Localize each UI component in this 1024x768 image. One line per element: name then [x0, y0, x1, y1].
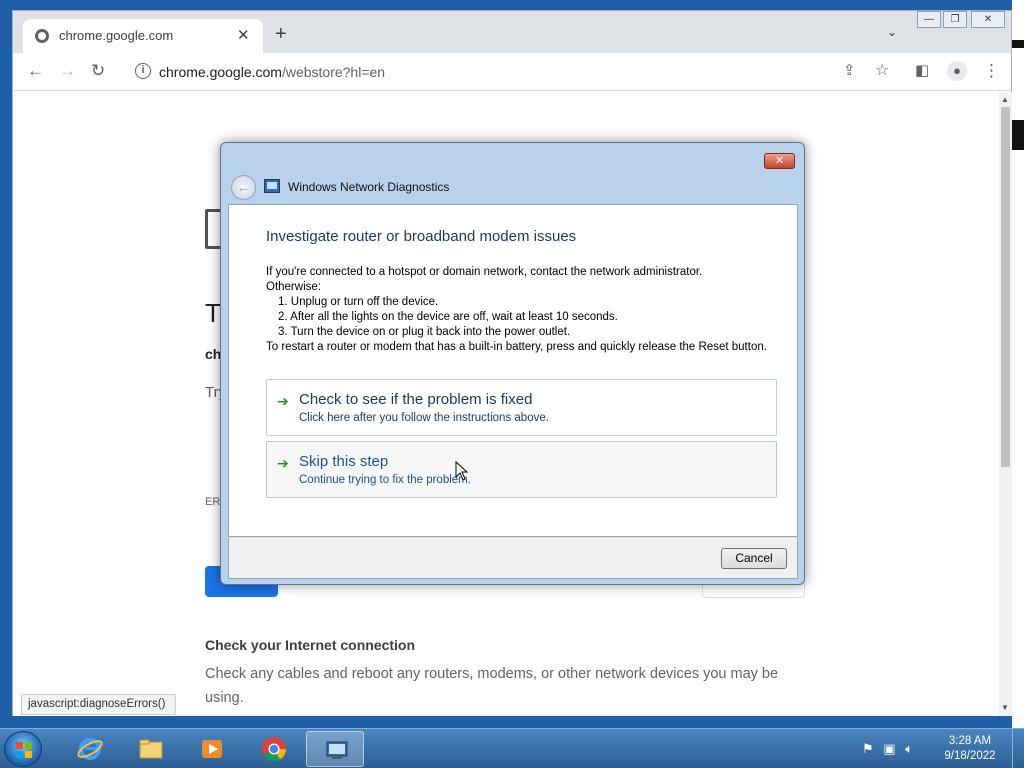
share-icon[interactable]: ⇪ — [843, 61, 856, 81]
globe-icon — [35, 29, 49, 43]
network-diagnostics-icon — [264, 179, 280, 193]
address-bar[interactable]: i chrome.google.com/webstore?hl=en — [125, 57, 897, 87]
start-button[interactable] — [4, 731, 42, 767]
instruction-step: 2. After all the lights on the device ar… — [278, 311, 618, 323]
windows-logo-icon — [16, 742, 32, 758]
option-description: Continue trying to fix the problem. — [299, 474, 471, 486]
dialog-title: Windows Network Diagnostics — [288, 180, 450, 194]
show-desktop-button[interactable] — [1012, 729, 1024, 768]
volume-icon[interactable]: 🔈︎ — [905, 741, 913, 756]
green-arrow-icon: ➔ — [277, 455, 289, 471]
desktop-background — [1012, 0, 1024, 728]
taskbar-network-diagnostics[interactable] — [306, 731, 364, 767]
scroll-thumb[interactable] — [1001, 107, 1010, 467]
tab-title: chrome.google.com — [59, 28, 174, 43]
action-center-flag-icon[interactable]: ⚑ — [862, 741, 874, 756]
media-player-icon — [202, 740, 222, 758]
tab-strip: chrome.google.com ✕ + ⌄ — ❐ ✕ — [13, 11, 1011, 53]
back-arrow-icon[interactable]: ← — [27, 61, 44, 81]
new-tab-button[interactable]: + — [275, 24, 287, 44]
cancel-button[interactable]: Cancel — [721, 548, 787, 569]
instruction-step: 1. Unplug or turn off the device. — [278, 296, 439, 308]
side-panel-icon[interactable]: ◧ — [915, 61, 929, 81]
maximize-button[interactable]: ❐ — [943, 11, 967, 28]
network-warning-icon[interactable]: ▣ — [883, 741, 895, 756]
dialog-heading: Investigate router or broadband modem is… — [266, 228, 577, 245]
back-arrow-icon[interactable]: ← — [231, 175, 256, 200]
site-info-icon[interactable]: i — [135, 63, 151, 79]
check-connection-heading: Check your Internet connection — [205, 637, 416, 653]
network-diagnostics-icon — [326, 741, 348, 759]
internet-explorer-icon — [77, 738, 103, 760]
dialog-footer: Cancel — [228, 537, 798, 579]
option-title: Check to see if the problem is fixed — [299, 391, 533, 408]
dialog-body: Investigate router or broadband modem is… — [228, 204, 798, 537]
url-text: chrome.google.com/webstore?hl=en — [159, 64, 386, 80]
check-connection-text: Check any cables and reboot any routers,… — [205, 666, 779, 706]
taskbar-media-player[interactable] — [182, 731, 240, 767]
clock-date: 9/18/2022 — [944, 750, 996, 762]
taskbar-clock[interactable]: 3:28 AM 9/18/2022 — [940, 734, 1000, 764]
skip-step-option[interactable]: ➔ Skip this step Continue trying to fix … — [266, 441, 777, 498]
menu-kebab-icon[interactable]: ⋮ — [983, 61, 1000, 81]
scroll-up-icon[interactable]: ▲ — [1001, 95, 1009, 104]
taskbar: ⚑ ▣ 🔈︎ 3:28 AM 9/18/2022 — [0, 728, 1024, 768]
instruction-step: 3. Turn the device on or plug it back in… — [278, 326, 571, 338]
option-title: Skip this step — [299, 453, 389, 470]
taskbar-internet-explorer[interactable] — [60, 731, 118, 767]
browser-toolbar: ← → ↻ i chrome.google.com/webstore?hl=en… — [13, 53, 1011, 91]
browser-tab[interactable]: chrome.google.com ✕ — [23, 19, 263, 53]
status-bubble: javascript:diagnoseErrors() — [21, 694, 177, 715]
window-close-button[interactable]: ✕ — [971, 11, 1005, 28]
taskbar-chrome[interactable] — [244, 731, 302, 767]
error-subheading: ch — [205, 346, 222, 362]
instructions-otherwise: Otherwise: — [266, 281, 321, 293]
bookmark-star-icon[interactable]: ☆ — [875, 61, 889, 81]
check-problem-fixed-option[interactable]: ➔ Check to see if the problem is fixed C… — [266, 379, 777, 436]
folder-icon — [139, 739, 163, 759]
tab-close-icon[interactable]: ✕ — [237, 26, 250, 44]
network-diagnostics-dialog: ✕ ← Windows Network Diagnostics Investig… — [220, 142, 805, 585]
taskbar-file-explorer[interactable] — [121, 731, 179, 767]
system-tray: ⚑ ▣ 🔈︎ — [862, 741, 913, 757]
minimize-button[interactable]: — — [917, 11, 941, 28]
reload-icon[interactable]: ↻ — [91, 61, 105, 81]
profile-avatar-icon[interactable]: ● — [947, 61, 967, 81]
instructions-intro: If you're connected to a hotspot or doma… — [266, 266, 703, 278]
scroll-down-icon[interactable]: ▼ — [1001, 703, 1009, 712]
tab-search-chevron-icon[interactable]: ⌄ — [887, 25, 897, 39]
option-description: Click here after you follow the instruct… — [299, 412, 549, 424]
dialog-instructions: If you're connected to a hotspot or doma… — [266, 265, 771, 355]
page-scrollbar[interactable]: ▲ ▼ — [999, 92, 1012, 716]
instructions-outro: To restart a router or modem that has a … — [266, 341, 767, 353]
chrome-icon — [262, 737, 286, 762]
mouse-cursor-icon — [455, 461, 469, 481]
dialog-close-button[interactable]: ✕ — [764, 153, 795, 169]
green-arrow-icon: ➔ — [277, 393, 289, 409]
forward-arrow-icon[interactable]: → — [59, 61, 76, 81]
clock-time: 3:28 AM — [948, 735, 992, 747]
